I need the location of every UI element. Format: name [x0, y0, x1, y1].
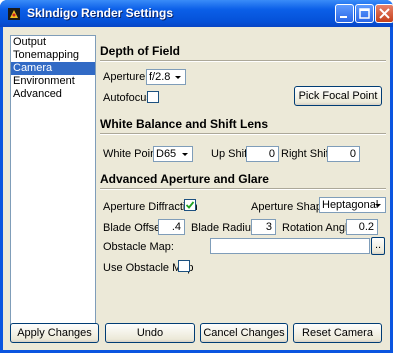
aperture-shape-dropdown[interactable]: Heptagonal	[319, 197, 386, 213]
use-obstacle-map-checkbox[interactable]	[178, 260, 190, 272]
pick-focal-point-button[interactable]: Pick Focal Point	[294, 86, 382, 106]
blade-radius-label: Blade Radius:	[191, 222, 260, 234]
section-title-depth-of-field: Depth of Field	[100, 44, 180, 58]
maximize-button[interactable]	[355, 4, 374, 23]
checkmark-icon	[185, 201, 195, 209]
section-divider	[100, 60, 386, 62]
section-divider	[100, 188, 386, 190]
sidebar-item-tonemapping[interactable]: Tonemapping	[11, 49, 95, 62]
client-area: Output Tonemapping Camera Environment Ad…	[3, 27, 390, 350]
maximize-icon	[359, 8, 370, 19]
blade-offset-label: Blade Offset:	[103, 222, 167, 234]
rotation-angle-input[interactable]: 0.2	[346, 219, 378, 235]
autofocus-checkbox[interactable]	[147, 91, 159, 103]
browse-button[interactable]: ..	[371, 237, 385, 255]
app-icon	[8, 8, 20, 20]
white-point-dropdown[interactable]: D65	[153, 146, 193, 162]
section-divider	[100, 133, 386, 135]
undo-button[interactable]: Undo	[105, 323, 195, 343]
minimize-button[interactable]	[335, 4, 354, 23]
aperture-dropdown[interactable]: f/2.8	[146, 69, 186, 85]
title-bar[interactable]: SkIndigo Render Settings	[0, 0, 393, 27]
camera-panel: Depth of Field Aperture: f/2.8 Autofocus…	[100, 27, 390, 327]
sidebar-item-camera[interactable]: Camera	[11, 62, 95, 75]
reset-camera-button[interactable]: Reset Camera	[293, 323, 382, 343]
chevron-down-icon	[375, 204, 381, 207]
apply-changes-button[interactable]: Apply Changes	[10, 323, 99, 343]
aperture-label: Aperture:	[103, 71, 149, 83]
sidebar-item-advanced[interactable]: Advanced	[11, 88, 95, 101]
aperture-shape-value: Heptagonal	[322, 199, 379, 211]
settings-window: SkIndigo Render Settings Output Tonemapp…	[0, 0, 393, 353]
cancel-changes-button[interactable]: Cancel Changes	[200, 323, 288, 343]
minimize-icon	[340, 16, 347, 18]
white-point-value: D65	[156, 148, 177, 160]
aperture-diffraction-checkbox[interactable]	[184, 199, 196, 211]
obstacle-map-label: Obstacle Map:	[103, 241, 174, 253]
sidebar-item-output[interactable]: Output	[11, 36, 95, 49]
autofocus-label: Autofocus	[103, 92, 152, 104]
right-shift-input[interactable]: 0	[327, 146, 360, 162]
close-button[interactable]	[375, 4, 393, 23]
sidebar-list[interactable]: Output Tonemapping Camera Environment Ad…	[10, 35, 96, 335]
up-shift-input[interactable]: 0	[246, 146, 279, 162]
chevron-down-icon	[182, 153, 188, 156]
chevron-down-icon	[175, 76, 181, 79]
section-title-advanced-aperture: Advanced Aperture and Glare	[100, 172, 269, 186]
blade-offset-input[interactable]: .4	[158, 219, 185, 235]
sidebar-item-environment[interactable]: Environment	[11, 75, 95, 88]
blade-radius-input[interactable]: 3	[251, 219, 276, 235]
aperture-value: f/2.8	[149, 71, 171, 83]
close-icon	[379, 8, 390, 19]
obstacle-map-input[interactable]	[210, 238, 370, 254]
window-title: SkIndigo Render Settings	[27, 6, 174, 20]
section-title-white-balance: White Balance and Shift Lens	[100, 117, 269, 131]
